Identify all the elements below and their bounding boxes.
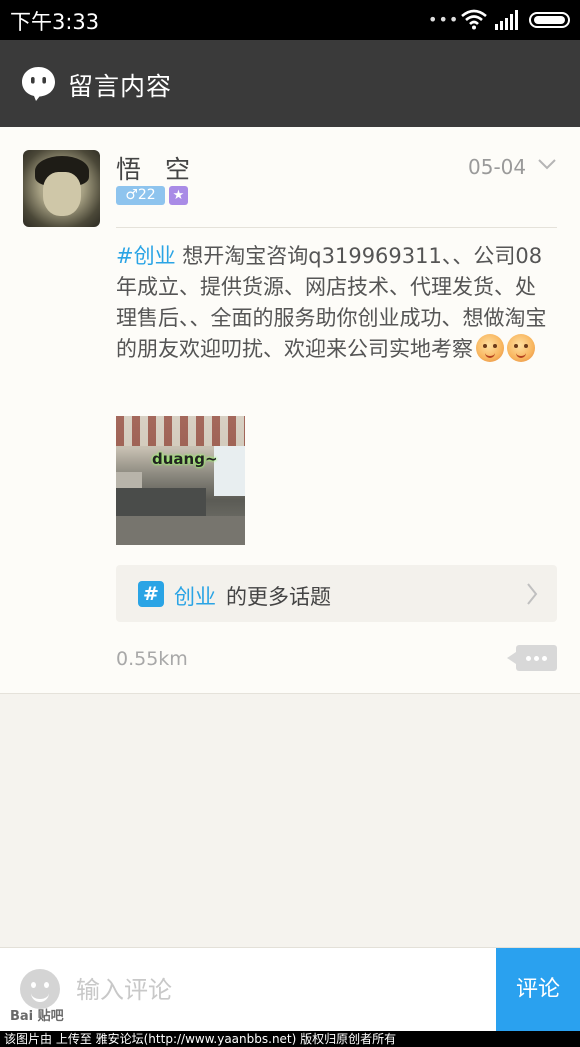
hashtag-icon: # (138, 581, 164, 607)
page-title: 留言内容 (68, 72, 173, 101)
avatar[interactable] (23, 150, 100, 227)
battery-icon (529, 12, 570, 28)
distance-label: 0.55km (116, 648, 188, 670)
emoji-picker-icon[interactable] (20, 969, 60, 1009)
topic-link-name: 创业 (174, 585, 216, 609)
signal-icon (495, 10, 518, 30)
post-card: 悟空 ♂22 ★ 05-04 #创业 想开淘宝咨询q319969311、、公司0… (0, 127, 580, 694)
chevron-down-icon[interactable] (538, 158, 556, 170)
divider (116, 227, 557, 228)
post-image[interactable]: duang~ (116, 416, 245, 545)
topic-link-suffix: 的更多话题 (226, 585, 331, 609)
wifi-icon (461, 9, 487, 30)
watermark-strip: 该图片由 上传至 雅安论坛(http://www.yaanbbs.net) 版权… (0, 1031, 580, 1047)
more-notifications-icon: ••• (428, 10, 460, 29)
topic-tag[interactable]: #创业 (116, 244, 176, 268)
baidu-watermark-logo: Bai 贴吧 (10, 1009, 64, 1024)
post-body: #创业 想开淘宝咨询q319969311、、公司08年成立、提供货源、网店技术、… (116, 241, 556, 365)
more-options-button[interactable] (507, 645, 557, 671)
gender-age-badge: ♂22 (116, 186, 165, 205)
chevron-right-icon (527, 583, 538, 605)
star-badge: ★ (169, 186, 188, 205)
comment-submit-button[interactable]: 评论 (496, 948, 580, 1032)
emoji-icon (476, 334, 504, 362)
status-time: 下午3:33 (10, 10, 100, 34)
image-sticker-text: duang~ (152, 450, 218, 468)
app-header: 留言内容 (0, 40, 580, 127)
comment-bar: 评论 (0, 947, 580, 1032)
post-date: 05-04 (468, 155, 527, 179)
more-topics-link[interactable]: # 创业 的更多话题 (116, 565, 557, 622)
status-bar: 下午3:33 ••• (0, 0, 580, 40)
comment-input[interactable] (76, 970, 476, 1010)
author-name[interactable]: 悟空 (116, 150, 214, 186)
emoji-icon (507, 334, 535, 362)
chat-bubble-icon (22, 67, 55, 101)
